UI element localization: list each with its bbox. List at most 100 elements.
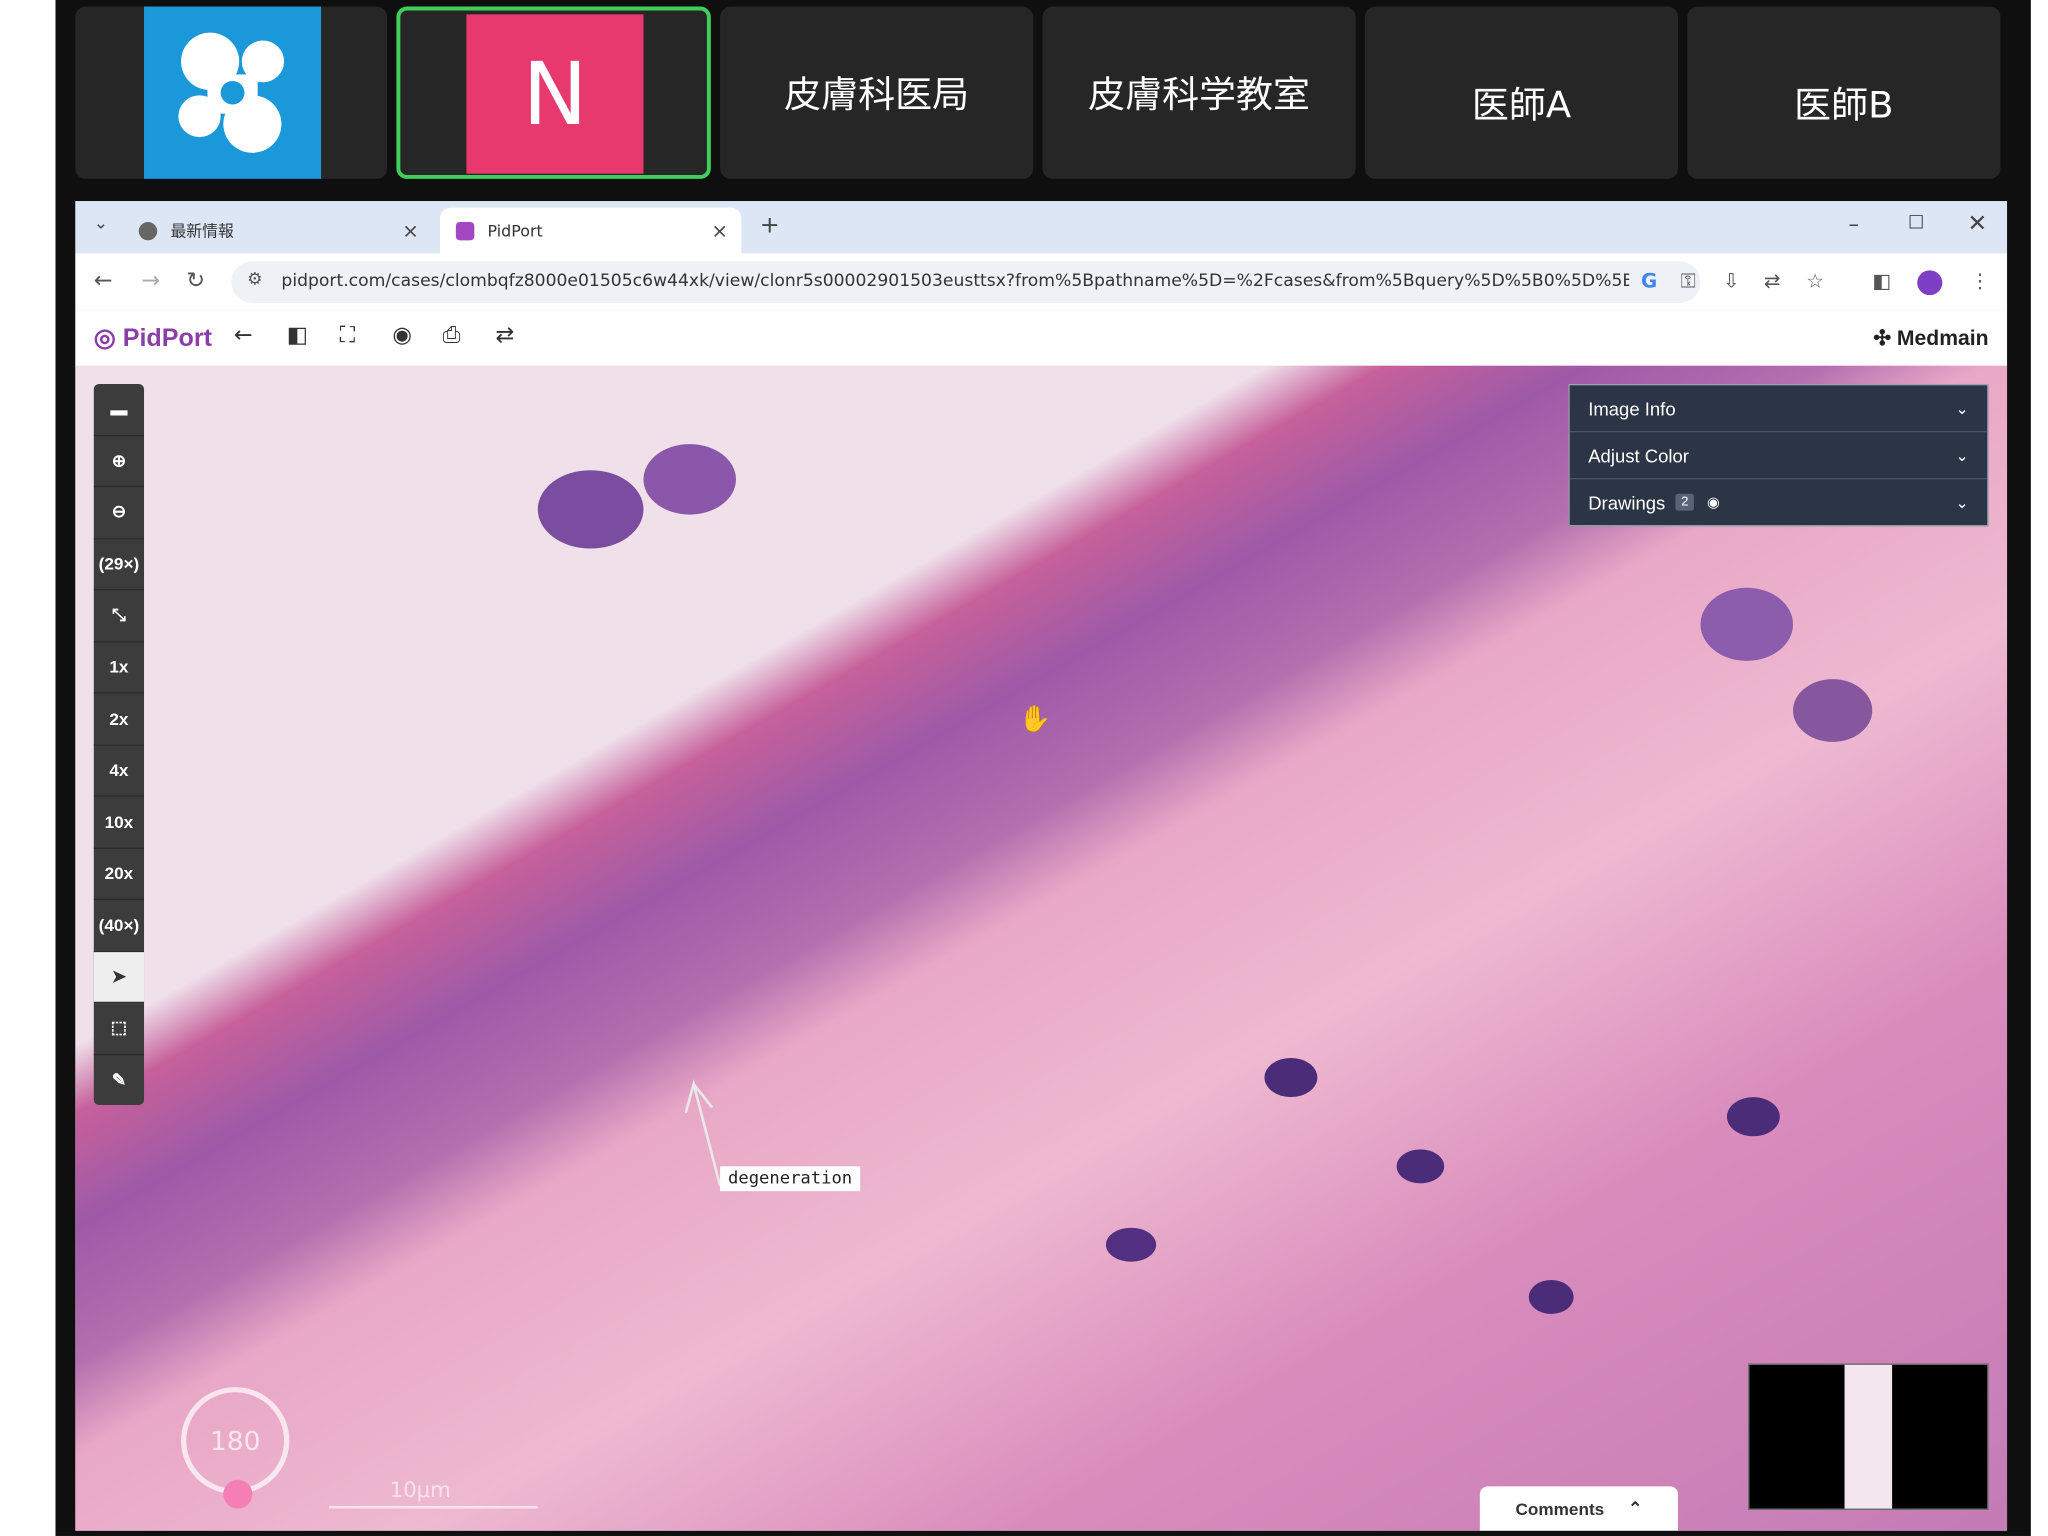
globe-icon <box>138 221 158 240</box>
cell-nucleus <box>1105 1227 1157 1262</box>
app-toolbar: ◎ PidPort ← ◧ ⛶ ◉ ⎙ ⇄ ✣ Medmain <box>75 310 2008 368</box>
install-app-icon[interactable]: ⇩ <box>1723 269 1740 293</box>
pidport-favicon-icon <box>455 221 475 240</box>
pointer-tool-icon[interactable]: ➤ <box>93 951 145 1004</box>
participant-name: 皮膚科学教室 <box>1088 73 1311 117</box>
zoom-2x[interactable]: 2x <box>93 694 145 746</box>
fit-screen-icon[interactable]: ⤡ <box>93 590 145 642</box>
back-arrow-icon[interactable]: ← <box>234 323 253 349</box>
side-panel-icon[interactable]: ◧ <box>1872 269 1891 293</box>
tab-latest-news[interactable]: 最新情報 × <box>123 208 432 254</box>
cell-nucleus <box>537 470 644 549</box>
swap-icon[interactable]: ⇄ <box>495 323 514 349</box>
window-close-icon[interactable]: ✕ <box>1967 210 1987 237</box>
participant-tile-dermatology-office[interactable]: 皮膚科医局 <box>720 6 1034 179</box>
zoom-4x[interactable]: 4x <box>93 745 145 797</box>
back-icon[interactable]: ← <box>94 268 113 294</box>
chevron-up-icon: ⌃ <box>1628 1498 1643 1518</box>
screen: N 皮膚科医局 皮膚科学教室 医師A 医師B ⌄ 最新情報 × PidPort … <box>0 0 2048 1536</box>
pidport-logo[interactable]: ◎ PidPort <box>94 324 212 354</box>
participant-name: 医師B <box>1794 83 1894 127</box>
tab-label: 最新情報 <box>170 222 234 241</box>
forward-icon[interactable]: → <box>141 268 160 294</box>
cell-nucleus <box>643 444 736 515</box>
rotation-knob[interactable] <box>223 1479 253 1509</box>
translate-icon[interactable]: ⇄ <box>1764 269 1781 293</box>
panel-label: Image Info <box>1588 397 1676 419</box>
participant-name: 医師A <box>1471 83 1572 127</box>
info-panel: Image Info ⌄ Adjust Color ⌄ Drawings 2 ◉… <box>1568 383 1989 527</box>
reload-icon[interactable]: ↻ <box>186 268 205 294</box>
rotation-dial[interactable]: 180 <box>181 1387 290 1495</box>
panel-label: Adjust Color <box>1588 444 1689 466</box>
chevron-down-icon: ⌄ <box>1955 493 1969 512</box>
zoom-max[interactable]: (40×) <box>93 900 145 952</box>
new-tab-plus-icon[interactable]: + <box>760 212 780 239</box>
comments-label: Comments <box>1515 1498 1605 1519</box>
tab-pidport[interactable]: PidPort × <box>439 207 742 254</box>
address-bar: ← → ↻ ⚙ pidport.com/cases/clombqfz8000e0… <box>75 253 2008 313</box>
left-toolbar: ▬ ⊕ ⊖ (29×) ⤡ 1x 2x 4x 10x 20x (40×) ➤ ⬚… <box>93 383 145 1105</box>
rotation-value: 180 <box>209 1424 261 1457</box>
cell-nucleus <box>1726 1097 1780 1137</box>
tab-list-chevron-icon[interactable]: ⌄ <box>94 214 108 234</box>
minimap[interactable] <box>1748 1363 1989 1510</box>
chevron-down-icon: ⌄ <box>1955 446 1969 465</box>
scale-label: 10μm <box>389 1477 451 1503</box>
participant-tile-dermatology-classroom[interactable]: 皮膚科学教室 <box>1042 6 1356 179</box>
zoom-10x[interactable]: 10x <box>93 797 145 849</box>
chevron-down-icon: ⌄ <box>1955 399 1969 418</box>
browser-window: ⌄ 最新情報 × PidPort × + – ☐ ✕ ← → ↻ ⚙ pidpo… <box>75 201 2008 1531</box>
drawings-count-badge: 2 <box>1675 493 1694 511</box>
cell-nucleus <box>1793 679 1873 742</box>
drawings-row[interactable]: Drawings 2 ◉ ⌄ <box>1570 479 1988 525</box>
participant-tile-doctor-a[interactable]: 医師A <box>1364 6 1679 179</box>
password-key-icon[interactable]: ⚿ <box>1681 269 1696 293</box>
adjust-color-row[interactable]: Adjust Color ⌄ <box>1569 432 1988 480</box>
close-icon[interactable]: × <box>711 219 728 243</box>
close-icon[interactable]: × <box>402 219 419 243</box>
omnibox[interactable]: ⚙ pidport.com/cases/clombqfz8000e01505c6… <box>231 261 1701 304</box>
google-icon[interactable]: G <box>1641 269 1657 293</box>
zoom-in-icon[interactable]: ⊕ <box>93 436 145 488</box>
scale-bar <box>329 1505 538 1509</box>
site-settings-icon[interactable]: ⚙ <box>247 270 262 290</box>
eye-icon[interactable]: ◉ <box>1707 494 1720 511</box>
cell-nucleus <box>1700 587 1794 661</box>
comments-button[interactable]: Comments ⌃ <box>1479 1486 1679 1531</box>
sidebar-toggle-icon[interactable]: ◧ <box>287 323 308 349</box>
cell-nucleus <box>1396 1149 1445 1184</box>
medmain-logo: ✣ Medmain <box>1873 327 1989 351</box>
pen-tool-icon[interactable]: ✎ <box>94 1055 144 1105</box>
camera-icon[interactable]: ⎙ <box>443 323 461 349</box>
bookmark-star-icon[interactable]: ☆ <box>1806 269 1824 293</box>
participant-tile-n[interactable]: N <box>396 6 711 179</box>
profile-avatar-icon[interactable] <box>1917 270 1943 296</box>
tab-bar: ⌄ 最新情報 × PidPort × + – ☐ ✕ <box>75 201 2008 254</box>
slide-viewer[interactable]: ▬ ⊕ ⊖ (29×) ⤡ 1x 2x 4x 10x 20x (40×) ➤ ⬚… <box>75 365 2008 1531</box>
capture-region-icon[interactable]: ⬚ <box>93 1003 145 1055</box>
panel-label: Drawings <box>1588 491 1666 513</box>
zoom-1x[interactable]: 1x <box>93 642 145 694</box>
cell-nucleus <box>1528 1279 1574 1314</box>
maximize-icon[interactable]: ☐ <box>1908 213 1925 234</box>
tab-label: PidPort <box>487 221 543 240</box>
fullscreen-icon[interactable]: ⛶ <box>340 323 356 349</box>
partner-name: Medmain <box>1896 327 1989 351</box>
brand-name: PidPort <box>122 325 212 353</box>
url-text[interactable]: pidport.com/cases/clombqfz8000e01505c6w4… <box>281 272 1629 292</box>
eye-icon[interactable]: ◉ <box>392 323 412 349</box>
minimap-slide-thumbnail <box>1844 1364 1893 1509</box>
menu-kebab-icon[interactable]: ⋮ <box>1970 269 1990 293</box>
annotation-label[interactable]: degeneration <box>720 1166 861 1192</box>
app-logo-icon <box>144 6 322 179</box>
folder-icon[interactable]: ▬ <box>93 384 145 436</box>
zoom-out-icon[interactable]: ⊖ <box>93 487 145 539</box>
participant-tile-doctor-b[interactable]: 医師B <box>1687 6 2001 179</box>
participant-name: 皮膚科医局 <box>784 73 970 117</box>
zoom-current[interactable]: (29×) <box>93 539 145 591</box>
zoom-20x[interactable]: 20x <box>93 848 145 900</box>
image-info-row[interactable]: Image Info ⌄ <box>1569 385 1988 433</box>
minimize-icon[interactable]: – <box>1848 212 1859 237</box>
participant-tile-logo[interactable] <box>75 6 388 179</box>
